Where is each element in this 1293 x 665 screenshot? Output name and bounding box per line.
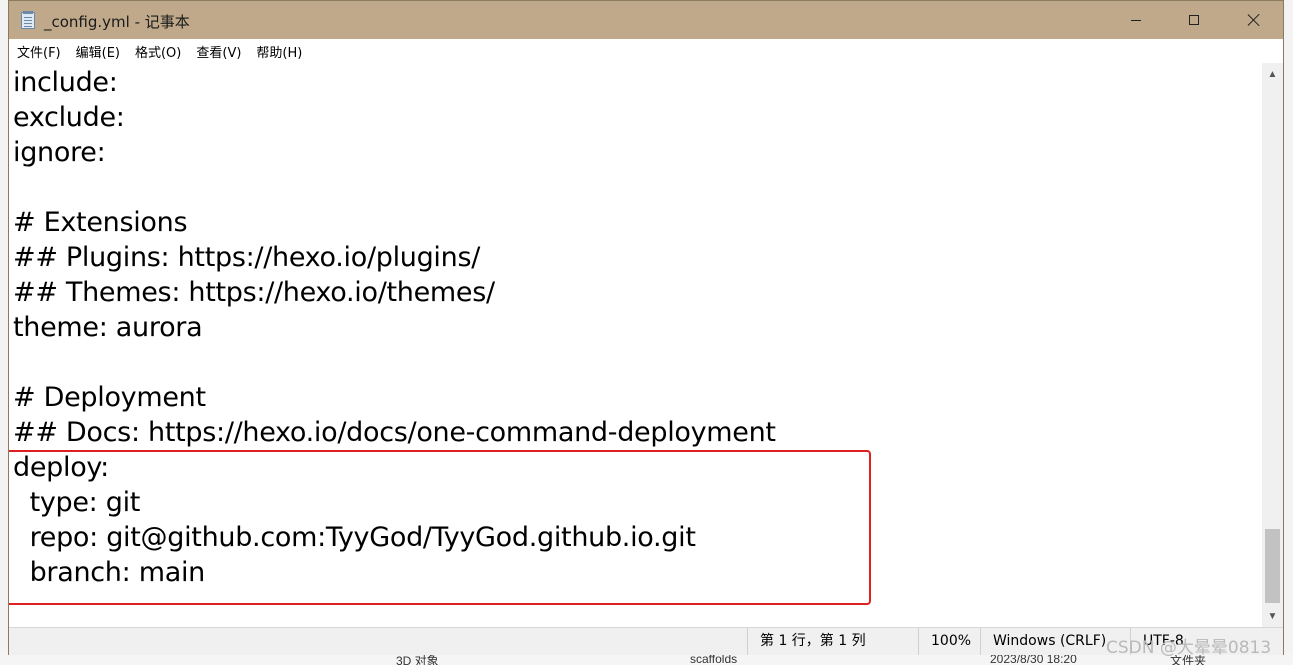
status-bar: 第 1 行，第 1 列 100% Windows (CRLF) UTF-8: [9, 627, 1283, 655]
vertical-scrollbar[interactable]: ▲ ▼: [1262, 63, 1283, 627]
menu-edit[interactable]: 编辑(E): [68, 42, 127, 61]
editor-line: ## Docs: https://hexo.io/docs/one-comman…: [13, 417, 776, 448]
editor-line: ## Plugins: https://hexo.io/plugins/: [13, 242, 481, 273]
menu-format[interactable]: 格式(O): [127, 42, 188, 61]
scrollbar-thumb[interactable]: [1265, 529, 1280, 603]
text-editor[interactable]: include: exclude: ignore: # Extensions #…: [9, 63, 1262, 627]
status-zoom: 100%: [918, 628, 981, 655]
notepad-window: _config.yml - 记事本 文件(F) 编辑(E) 格式(O) 查看(V…: [8, 0, 1284, 655]
editor-line: exclude:: [13, 102, 125, 133]
editor-line: # Extensions: [13, 207, 188, 238]
status-cursor-position: 第 1 行，第 1 列: [747, 628, 918, 655]
deploy-highlight-box: [9, 450, 871, 605]
notepad-icon: [21, 11, 35, 29]
editor-line: ignore:: [13, 137, 106, 168]
editor-line: # Deployment: [13, 382, 206, 413]
menu-file[interactable]: 文件(F): [9, 42, 68, 61]
close-icon: [1247, 13, 1261, 27]
editor-line: include:: [13, 67, 118, 98]
csdn-watermark: CSDN @大晕晕0813: [1106, 638, 1272, 658]
close-button[interactable]: [1225, 1, 1283, 39]
editor-line: ## Themes: https://hexo.io/themes/: [13, 277, 495, 308]
minimize-icon: [1131, 19, 1141, 21]
window-title: _config.yml - 记事本: [44, 13, 190, 31]
minimize-button[interactable]: [1107, 1, 1165, 39]
menu-view[interactable]: 查看(V): [188, 42, 248, 61]
editor-line: theme: aurora: [13, 312, 203, 343]
maximize-button[interactable]: [1165, 1, 1223, 39]
scroll-down-arrow-icon[interactable]: ▼: [1262, 607, 1283, 625]
title-bar[interactable]: _config.yml - 记事本: [9, 1, 1283, 39]
menu-bar: 文件(F) 编辑(E) 格式(O) 查看(V) 帮助(H): [9, 39, 1283, 63]
menu-help[interactable]: 帮助(H): [248, 42, 309, 61]
scroll-up-arrow-icon[interactable]: ▲: [1262, 65, 1283, 83]
maximize-icon: [1189, 15, 1199, 25]
